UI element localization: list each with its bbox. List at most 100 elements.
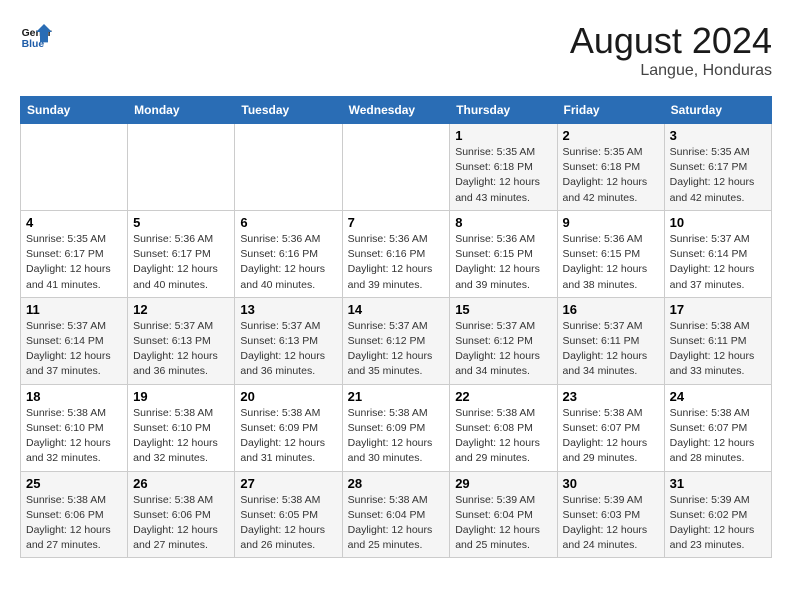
day-number: 10: [670, 215, 766, 230]
day-number: 30: [563, 476, 659, 491]
day-number: 25: [26, 476, 122, 491]
calendar-cell: 25 Sunrise: 5:38 AMSunset: 6:06 PMDayligh…: [21, 471, 128, 558]
day-number: 1: [455, 128, 551, 143]
day-info: Sunrise: 5:37 AMSunset: 6:14 PMDaylight:…: [26, 319, 122, 380]
day-number: 9: [563, 215, 659, 230]
header-tuesday: Tuesday: [235, 97, 342, 124]
calendar-cell: 30 Sunrise: 5:39 AMSunset: 6:03 PMDayligh…: [557, 471, 664, 558]
header-row: SundayMondayTuesdayWednesdayThursdayFrid…: [21, 97, 772, 124]
logo-icon: General Blue: [20, 20, 52, 52]
day-number: 29: [455, 476, 551, 491]
day-number: 8: [455, 215, 551, 230]
day-info: Sunrise: 5:38 AMSunset: 6:08 PMDaylight:…: [455, 406, 551, 467]
day-info: Sunrise: 5:38 AMSunset: 6:07 PMDaylight:…: [670, 406, 766, 467]
calendar-cell: 28 Sunrise: 5:38 AMSunset: 6:04 PMDayligh…: [342, 471, 450, 558]
day-info: Sunrise: 5:36 AMSunset: 6:16 PMDaylight:…: [348, 232, 445, 293]
day-number: 28: [348, 476, 445, 491]
week-row-3: 11 Sunrise: 5:37 AMSunset: 6:14 PMDayligh…: [21, 297, 772, 384]
day-number: 5: [133, 215, 229, 230]
calendar-subtitle: Langue, Honduras: [570, 62, 772, 80]
calendar-cell: 6Sunrise: 5:36 AMSunset: 6:16 PMDaylight…: [235, 210, 342, 297]
day-info: Sunrise: 5:38 AMSunset: 6:09 PMDaylight:…: [348, 406, 445, 467]
calendar-cell: 17 Sunrise: 5:38 AMSunset: 6:11 PMDayligh…: [664, 297, 771, 384]
day-info: Sunrise: 5:36 AMSunset: 6:17 PMDaylight:…: [133, 232, 229, 293]
day-number: 20: [240, 389, 336, 404]
calendar-cell: 1 Sunrise: 5:35 AMSunset: 6:18 PMDaylight…: [450, 124, 557, 211]
calendar-cell: 11 Sunrise: 5:37 AMSunset: 6:14 PMDayligh…: [21, 297, 128, 384]
calendar-cell: 10 Sunrise: 5:37 AMSunset: 6:14 PMDayligh…: [664, 210, 771, 297]
calendar-cell: 16Sunrise: 5:37 AMSunset: 6:11 PMDayligh…: [557, 297, 664, 384]
day-info: Sunrise: 5:37 AMSunset: 6:13 PMDaylight:…: [133, 319, 229, 380]
day-info: Sunrise: 5:36 AMSunset: 6:16 PMDaylight:…: [240, 232, 336, 293]
day-info: Sunrise: 5:38 AMSunset: 6:10 PMDaylight:…: [133, 406, 229, 467]
day-number: 23: [563, 389, 659, 404]
day-info: Sunrise: 5:35 AMSunset: 6:18 PMDaylight:…: [563, 145, 659, 206]
day-number: 24: [670, 389, 766, 404]
calendar-cell: 14 Sunrise: 5:37 AMSunset: 6:12 PMDayligh…: [342, 297, 450, 384]
calendar-cell: 18 Sunrise: 5:38 AMSunset: 6:10 PMDayligh…: [21, 384, 128, 471]
calendar-cell: 15Sunrise: 5:37 AMSunset: 6:12 PMDayligh…: [450, 297, 557, 384]
day-info: Sunrise: 5:38 AMSunset: 6:04 PMDaylight:…: [348, 493, 445, 554]
header-monday: Monday: [128, 97, 235, 124]
day-number: 22: [455, 389, 551, 404]
day-number: 13: [240, 302, 336, 317]
day-number: 15: [455, 302, 551, 317]
day-info: Sunrise: 5:37 AMSunset: 6:14 PMDaylight:…: [670, 232, 766, 293]
calendar-cell: 31Sunrise: 5:39 AMSunset: 6:02 PMDayligh…: [664, 471, 771, 558]
calendar-header: SundayMondayTuesdayWednesdayThursdayFrid…: [21, 97, 772, 124]
day-number: 26: [133, 476, 229, 491]
day-number: 18: [26, 389, 122, 404]
day-number: 4: [26, 215, 122, 230]
calendar-cell: 3 Sunrise: 5:35 AMSunset: 6:17 PMDaylight…: [664, 124, 771, 211]
day-number: 21: [348, 389, 445, 404]
calendar-cell: 2Sunrise: 5:35 AMSunset: 6:18 PMDaylight…: [557, 124, 664, 211]
day-number: 12: [133, 302, 229, 317]
calendar-cell: [21, 124, 128, 211]
day-info: Sunrise: 5:36 AMSunset: 6:15 PMDaylight:…: [563, 232, 659, 293]
calendar-cell: 23Sunrise: 5:38 AMSunset: 6:07 PMDayligh…: [557, 384, 664, 471]
calendar-cell: 24 Sunrise: 5:38 AMSunset: 6:07 PMDayligh…: [664, 384, 771, 471]
day-number: 19: [133, 389, 229, 404]
logo: General Blue: [20, 20, 52, 52]
week-row-1: 1 Sunrise: 5:35 AMSunset: 6:18 PMDaylight…: [21, 124, 772, 211]
calendar-cell: 8Sunrise: 5:36 AMSunset: 6:15 PMDaylight…: [450, 210, 557, 297]
day-info: Sunrise: 5:38 AMSunset: 6:10 PMDaylight:…: [26, 406, 122, 467]
day-number: 31: [670, 476, 766, 491]
day-info: Sunrise: 5:39 AMSunset: 6:04 PMDaylight:…: [455, 493, 551, 554]
calendar-cell: 19 Sunrise: 5:38 AMSunset: 6:10 PMDayligh…: [128, 384, 235, 471]
header-sunday: Sunday: [21, 97, 128, 124]
calendar-cell: [342, 124, 450, 211]
day-info: Sunrise: 5:35 AMSunset: 6:18 PMDaylight:…: [455, 145, 551, 206]
header-saturday: Saturday: [664, 97, 771, 124]
header-friday: Friday: [557, 97, 664, 124]
calendar-cell: 27Sunrise: 5:38 AMSunset: 6:05 PMDayligh…: [235, 471, 342, 558]
day-info: Sunrise: 5:35 AMSunset: 6:17 PMDaylight:…: [26, 232, 122, 293]
day-number: 14: [348, 302, 445, 317]
calendar-cell: 9 Sunrise: 5:36 AMSunset: 6:15 PMDaylight…: [557, 210, 664, 297]
calendar-cell: 29 Sunrise: 5:39 AMSunset: 6:04 PMDayligh…: [450, 471, 557, 558]
day-info: Sunrise: 5:37 AMSunset: 6:13 PMDaylight:…: [240, 319, 336, 380]
week-row-5: 25 Sunrise: 5:38 AMSunset: 6:06 PMDayligh…: [21, 471, 772, 558]
calendar-cell: 26Sunrise: 5:38 AMSunset: 6:06 PMDayligh…: [128, 471, 235, 558]
calendar-title: August 2024: [570, 20, 772, 62]
week-row-4: 18 Sunrise: 5:38 AMSunset: 6:10 PMDayligh…: [21, 384, 772, 471]
day-info: Sunrise: 5:38 AMSunset: 6:06 PMDaylight:…: [26, 493, 122, 554]
day-number: 11: [26, 302, 122, 317]
calendar-body: 1 Sunrise: 5:35 AMSunset: 6:18 PMDaylight…: [21, 124, 772, 558]
calendar-cell: [128, 124, 235, 211]
day-info: Sunrise: 5:35 AMSunset: 6:17 PMDaylight:…: [670, 145, 766, 206]
page-header: General Blue August 2024 Langue, Hondura…: [20, 20, 772, 80]
calendar-cell: 21 Sunrise: 5:38 AMSunset: 6:09 PMDayligh…: [342, 384, 450, 471]
header-wednesday: Wednesday: [342, 97, 450, 124]
calendar-cell: 5 Sunrise: 5:36 AMSunset: 6:17 PMDaylight…: [128, 210, 235, 297]
header-thursday: Thursday: [450, 97, 557, 124]
day-number: 3: [670, 128, 766, 143]
day-number: 17: [670, 302, 766, 317]
day-info: Sunrise: 5:39 AMSunset: 6:03 PMDaylight:…: [563, 493, 659, 554]
day-info: Sunrise: 5:38 AMSunset: 6:11 PMDaylight:…: [670, 319, 766, 380]
calendar-table: SundayMondayTuesdayWednesdayThursdayFrid…: [20, 96, 772, 558]
day-info: Sunrise: 5:37 AMSunset: 6:12 PMDaylight:…: [348, 319, 445, 380]
week-row-2: 4 Sunrise: 5:35 AMSunset: 6:17 PMDaylight…: [21, 210, 772, 297]
calendar-cell: 20Sunrise: 5:38 AMSunset: 6:09 PMDayligh…: [235, 384, 342, 471]
day-info: Sunrise: 5:38 AMSunset: 6:05 PMDaylight:…: [240, 493, 336, 554]
